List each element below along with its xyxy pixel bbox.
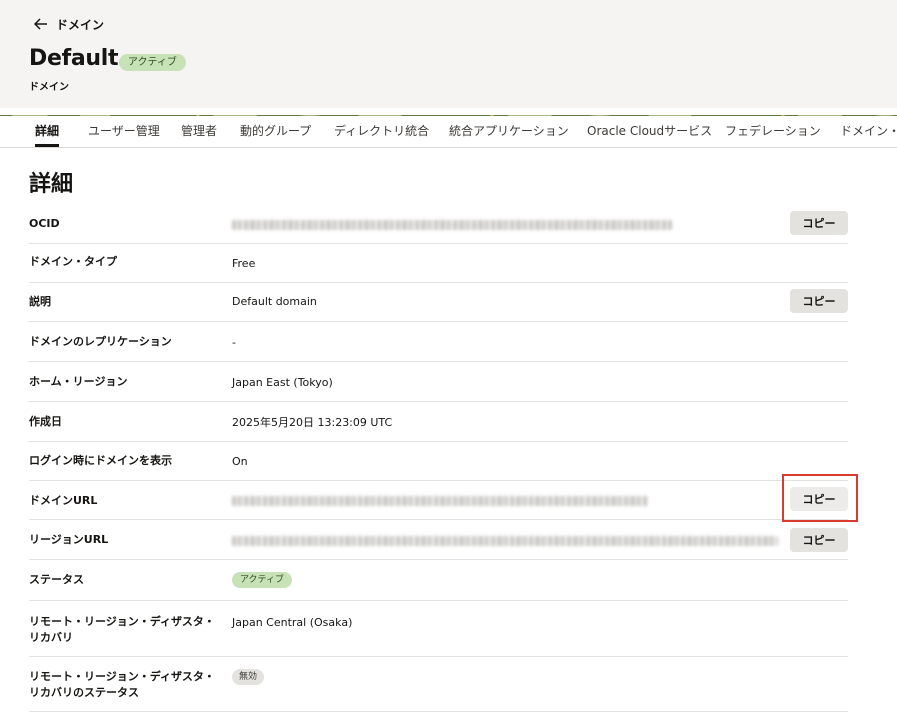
detail-value: - (232, 336, 236, 349)
redacted-value (232, 220, 672, 230)
tab-user-management[interactable]: ユーザー管理 (88, 116, 160, 147)
status-badge: アクティブ (232, 572, 293, 588)
detail-value: 2025年5月20日 13:23:09 UTC (232, 416, 393, 429)
decorative-banner (0, 108, 897, 116)
detail-label: 作成日 (29, 415, 62, 428)
page-title: Default (29, 46, 119, 71)
highlight-box (782, 474, 858, 522)
detail-value: On (232, 455, 248, 468)
detail-row-disaster-recovery: リモート・リージョン・ディザスタ・リカバリ Japan Central (Osa… (29, 601, 848, 657)
copy-description-button[interactable]: コピー (790, 289, 848, 313)
copy-region-url-button[interactable]: コピー (790, 528, 848, 552)
detail-row-show-on-login: ログイン時にドメインを表示 On (29, 442, 848, 481)
redacted-value (232, 496, 648, 506)
page-header: ドメイン Default アクティブ ドメイン (0, 0, 897, 108)
detail-row-disaster-recovery-status: リモート・リージョン・ディザスタ・リカバリのステータス 無効 (29, 657, 848, 712)
detail-row-domain-type: ドメイン・タイプ Free (29, 244, 848, 283)
detail-label: ドメインのレプリケーション (29, 335, 172, 348)
detail-value: Japan East (Tokyo) (232, 376, 333, 389)
tab-details[interactable]: 詳細 (35, 116, 60, 147)
tab-oracle-cloud-services[interactable]: Oracle Cloudサービス (587, 116, 712, 147)
copy-ocid-button[interactable]: コピー (790, 211, 848, 235)
detail-label: ドメインURL (29, 494, 98, 507)
detail-label: リージョンURL (29, 533, 109, 546)
back-link[interactable]: ドメイン (34, 14, 104, 34)
detail-label: ログイン時にドメインを表示 (29, 454, 172, 467)
tab-domain-more[interactable]: ドメイン・ (840, 116, 897, 147)
detail-row-home-region: ホーム・リージョン Japan East (Tokyo) (29, 362, 848, 402)
detail-label: リモート・リージョン・ディザスタ・リカバリ (29, 615, 215, 644)
detail-row-ocid: OCID コピー (29, 205, 848, 244)
detail-label: リモート・リージョン・ディザスタ・リカバリのステータス (29, 670, 215, 699)
tab-directory-integration[interactable]: ディレクトリ統合 (334, 116, 429, 147)
detail-label: 説明 (29, 295, 51, 308)
detail-value: Free (232, 257, 256, 270)
detail-value: Default domain (232, 295, 317, 308)
section-title: 詳細 (29, 172, 74, 197)
detail-row-domain-url: ドメインURL コピー (29, 481, 848, 520)
arrow-left-icon (34, 18, 48, 30)
detail-row-region-url: リージョンURL コピー (29, 520, 848, 560)
back-link-label: ドメイン (56, 17, 105, 32)
tab-federation[interactable]: フェデレーション (725, 116, 821, 147)
detail-row-description: 説明 Default domain コピー (29, 283, 848, 322)
detail-row-status: ステータス アクティブ (29, 560, 848, 601)
detail-value: Japan Central (Osaka) (232, 616, 353, 629)
tab-administrators[interactable]: 管理者 (181, 116, 217, 147)
tab-bar: 詳細 ユーザー管理 管理者 動的グループ ディレクトリ統合 統合アプリケーション… (0, 116, 897, 148)
detail-row-replication: ドメインのレプリケーション - (29, 322, 848, 362)
detail-label: ドメイン・タイプ (29, 255, 117, 268)
detail-row-created: 作成日 2025年5月20日 13:23:09 UTC (29, 402, 848, 442)
tab-dynamic-groups[interactable]: 動的グループ (240, 116, 311, 147)
disabled-badge: 無効 (232, 669, 265, 685)
detail-label: ホーム・リージョン (29, 375, 128, 388)
detail-label: ステータス (29, 573, 84, 586)
status-badge: アクティブ (119, 54, 186, 71)
tab-integrated-applications[interactable]: 統合アプリケーション (449, 116, 569, 147)
detail-label: OCID (29, 217, 60, 230)
page-subtitle: ドメイン (29, 82, 69, 93)
redacted-value (232, 536, 778, 546)
